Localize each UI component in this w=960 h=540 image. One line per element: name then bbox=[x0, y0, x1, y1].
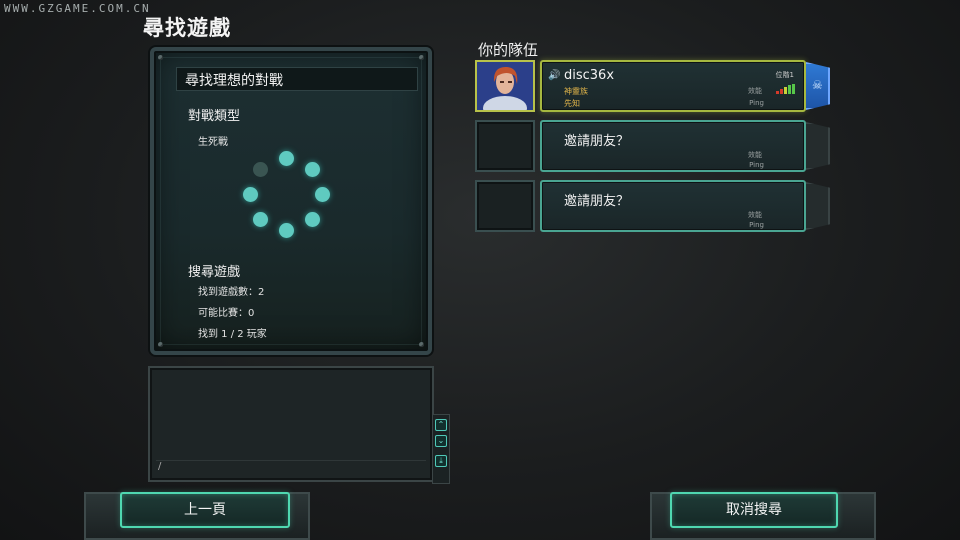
invite-friend-text[interactable]: 邀請朋友？ bbox=[564, 130, 629, 149]
empty-portrait-slot[interactable] bbox=[475, 120, 535, 172]
chat-log[interactable]: / bbox=[148, 366, 434, 482]
players-found-text: 找到 1 / 2 玩家 bbox=[198, 329, 267, 340]
player-race: 神靈族 bbox=[564, 87, 588, 96]
ping-label: Ping bbox=[749, 161, 764, 169]
rivet bbox=[419, 342, 424, 347]
ping-label: Ping bbox=[749, 221, 764, 229]
skull-icon bbox=[315, 187, 330, 202]
efficiency-label: 效能 bbox=[748, 87, 762, 95]
panel-header: 尋找理想的對戰 bbox=[176, 67, 418, 91]
player-position: 位階1 bbox=[775, 71, 794, 79]
rivet bbox=[158, 342, 163, 347]
scroll-up-button[interactable]: ⌃ bbox=[435, 419, 447, 431]
invite-friend-text[interactable]: 邀請朋友？ bbox=[564, 190, 629, 209]
ping-bars-icon bbox=[776, 84, 796, 94]
skull-icon bbox=[279, 223, 294, 238]
skull-icon bbox=[305, 212, 320, 227]
match-settings-panel: 尋找理想的對戰 對戰類型 生死戰 搜尋遊戲 找到遊戲數：2 可能比賽：0 找到 … bbox=[150, 47, 432, 355]
possible-matches-text: 可能比賽：0 bbox=[198, 308, 255, 319]
chat-scrollbar[interactable]: ⌃ ⌄ ⤓ bbox=[432, 414, 450, 484]
team-title: 你的隊伍 bbox=[478, 41, 539, 59]
skull-icon: ☠ bbox=[812, 78, 823, 92]
match-type-value[interactable]: 生死戰 bbox=[198, 133, 228, 148]
efficiency-label: 效能 bbox=[748, 211, 762, 219]
skull-icon bbox=[279, 151, 294, 166]
player-rank: 先知 bbox=[564, 99, 580, 108]
skull-icon bbox=[305, 162, 320, 177]
team-slot-2[interactable]: 邀請朋友？ 效能 Ping bbox=[540, 120, 806, 172]
rivet bbox=[158, 55, 163, 60]
back-button[interactable]: 上一頁 bbox=[120, 492, 290, 528]
team-slot-1[interactable]: 🔊 disc36x 神靈族 先知 位階1 效能 Ping bbox=[540, 60, 806, 112]
search-spinner bbox=[242, 149, 332, 239]
search-games-label: 搜尋遊戲 bbox=[188, 265, 241, 280]
page-title: 尋找遊戲 bbox=[143, 16, 231, 40]
chat-input[interactable]: / bbox=[156, 460, 426, 474]
skull-icon bbox=[253, 212, 268, 227]
speaker-icon[interactable]: 🔊 bbox=[548, 70, 560, 81]
skull-icon bbox=[243, 187, 258, 202]
player-portrait[interactable] bbox=[475, 60, 535, 120]
games-found-text: 找到遊戲數：2 bbox=[198, 287, 265, 298]
player-name: disc36x bbox=[564, 68, 615, 83]
rivet bbox=[419, 55, 424, 60]
cancel-search-button[interactable]: 取消搜尋 bbox=[670, 492, 838, 528]
team-color-tab[interactable] bbox=[806, 182, 830, 230]
scroll-to-end-button[interactable]: ⤓ bbox=[435, 455, 447, 467]
ping-label: Ping bbox=[749, 99, 764, 107]
team-slot-3[interactable]: 邀請朋友？ 效能 Ping bbox=[540, 180, 806, 232]
match-type-label: 對戰類型 bbox=[188, 109, 241, 124]
skull-icon bbox=[253, 162, 268, 177]
scroll-down-button[interactable]: ⌄ bbox=[435, 435, 447, 447]
team-color-tab[interactable]: ☠ bbox=[806, 62, 830, 110]
empty-portrait-slot[interactable] bbox=[475, 180, 535, 232]
efficiency-label: 效能 bbox=[748, 151, 762, 159]
avatar bbox=[477, 62, 533, 120]
watermark: WWW.GZGAME.COM.CN bbox=[4, 2, 151, 15]
team-color-tab[interactable] bbox=[806, 122, 830, 170]
